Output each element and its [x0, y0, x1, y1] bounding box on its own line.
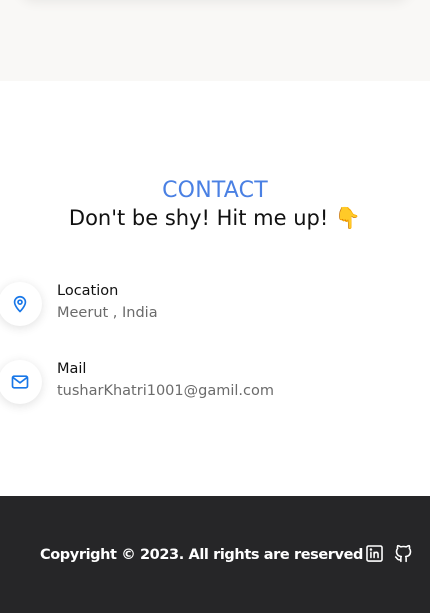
contact-item-location: Location Meerut , India	[0, 280, 430, 340]
contact-section: CONTACT Don't be shy! Hit me up! 👇 Locat…	[0, 81, 430, 496]
mail-value[interactable]: tusharKhatri1001@gamil.com	[57, 380, 274, 402]
location-value: Meerut , India	[57, 305, 158, 321]
location-icon-badge	[0, 282, 42, 326]
previous-section-bottom	[0, 0, 430, 81]
mail-icon	[10, 372, 30, 392]
contact-eyebrow: CONTACT	[162, 178, 268, 203]
contact-heading: Don't be shy! Hit me up! 👇	[68, 206, 362, 230]
map-pin-icon	[10, 294, 30, 314]
contact-item-mail[interactable]: Mail tusharKhatri1001@gamil.com	[0, 358, 430, 418]
footer: Copyright © 2023. All rights are reserve…	[0, 496, 430, 613]
github-link[interactable]	[393, 543, 414, 568]
location-label: Location	[57, 283, 119, 299]
linkedin-icon	[365, 544, 384, 567]
linkedin-link[interactable]	[365, 544, 384, 567]
github-icon	[393, 543, 414, 568]
footer-row: Copyright © 2023. All rights are reserve…	[40, 543, 414, 567]
mail-icon-badge[interactable]	[0, 360, 42, 404]
mail-label: Mail	[57, 361, 87, 377]
copyright-text: Copyright © 2023. All rights are reserve…	[40, 547, 364, 563]
